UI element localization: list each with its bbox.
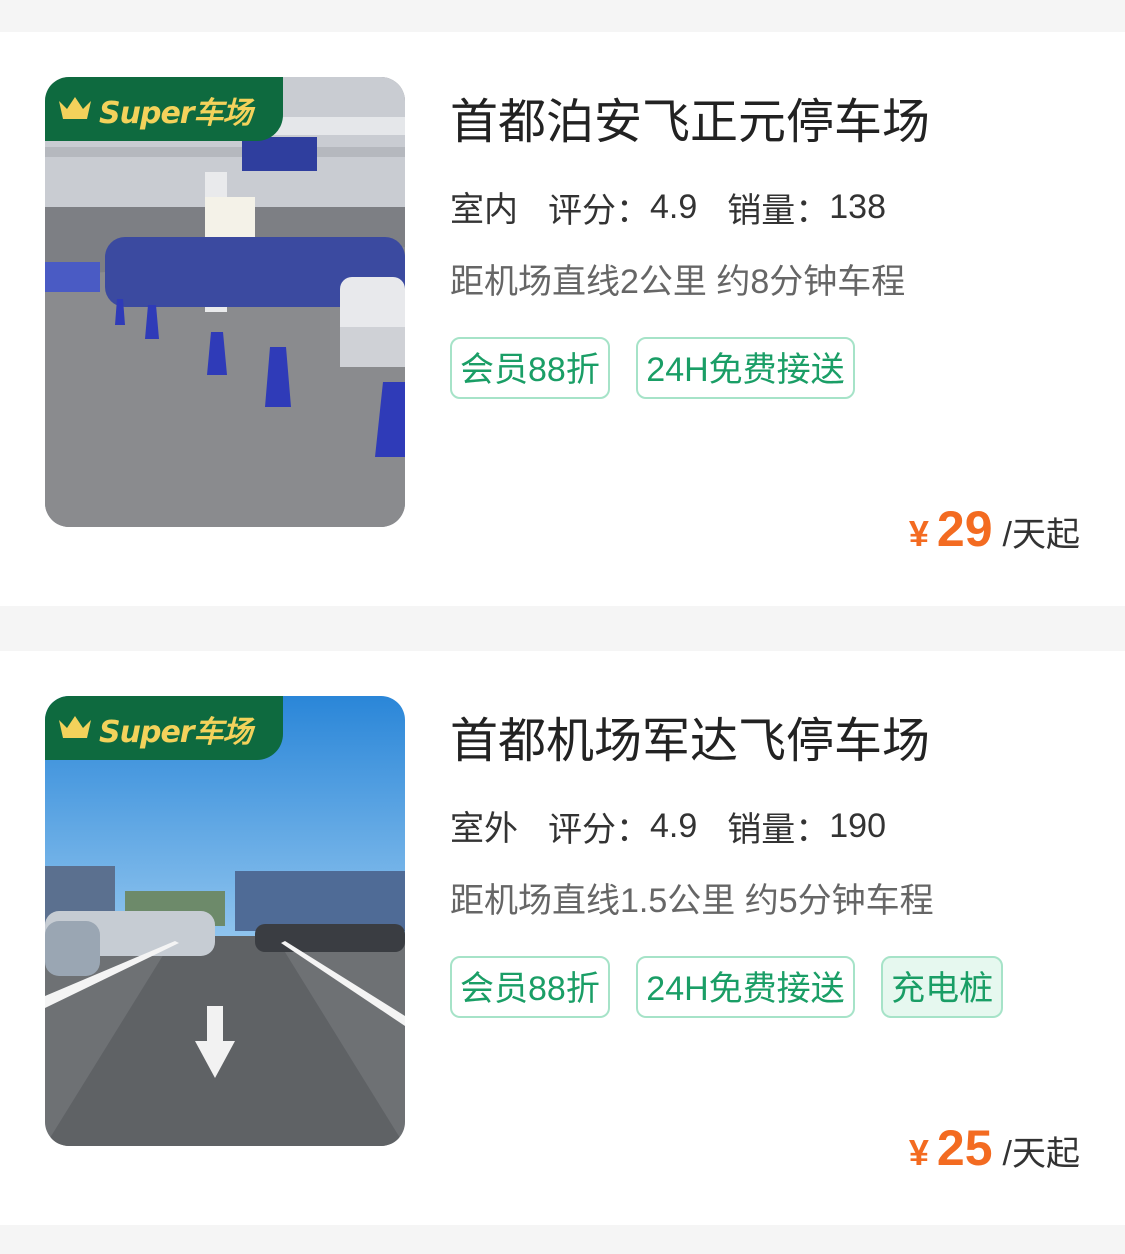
super-badge-label: Super车场: [99, 96, 253, 131]
price: ¥ 29 /天起: [909, 500, 1080, 558]
price-amount: 29: [936, 501, 993, 557]
tag-free-shuttle: 24H免费接送: [636, 337, 855, 399]
parking-name[interactable]: 首都泊安飞正元停车场: [450, 82, 930, 152]
parking-meta: 室内 评分： 4.9 销量： 138: [450, 182, 886, 237]
tag-member-discount: 会员88折: [450, 956, 610, 1018]
parking-listing-card[interactable]: Super车场 首都泊安飞正元停车场 室内 评分： 4.9 销量： 138 距机…: [0, 32, 1125, 606]
price-unit: /天起: [1002, 516, 1080, 554]
sales-label: 销量：: [727, 811, 830, 849]
rating-value: 4.9: [650, 188, 698, 226]
price-amount: 25: [936, 1120, 993, 1176]
super-parking-badge: Super车场: [45, 696, 283, 760]
rating-label: 评分：: [548, 811, 650, 849]
environment-label: 室外: [450, 801, 518, 856]
super-badge-label: Super车场: [99, 715, 253, 750]
tag-free-shuttle: 24H免费接送: [636, 956, 855, 1018]
parking-listing-card[interactable]: Super车场 首都机场军达飞停车场 室外 评分： 4.9 销量： 190 距机…: [0, 651, 1125, 1225]
super-parking-badge: Super车场: [45, 77, 283, 141]
crown-icon: [59, 97, 91, 119]
price-currency: ¥: [908, 1132, 929, 1173]
parking-photo: Super车场: [45, 696, 405, 1146]
feature-tags: 会员88折 24H免费接送: [450, 337, 1050, 425]
crown-icon: [59, 716, 91, 738]
sales-value: 190: [829, 807, 886, 845]
parking-name[interactable]: 首都机场军达飞停车场: [450, 701, 930, 771]
distance-info: 距机场直线2公里 约8分钟车程: [450, 263, 906, 301]
price-unit: /天起: [1002, 1135, 1080, 1173]
rating-label: 评分：: [548, 192, 650, 230]
environment-label: 室内: [450, 182, 518, 237]
rating-value: 4.9: [650, 807, 698, 845]
sales-value: 138: [829, 188, 886, 226]
parking-photo: Super车场: [45, 77, 405, 527]
feature-tags: 会员88折 24H免费接送 充电桩: [450, 956, 1050, 1044]
parking-meta: 室外 评分： 4.9 销量： 190: [450, 801, 886, 856]
tag-charging-station: 充电桩: [881, 956, 1004, 1018]
sales-label: 销量：: [727, 192, 830, 230]
price: ¥ 25 /天起: [909, 1119, 1080, 1177]
tag-member-discount: 会员88折: [450, 337, 610, 399]
price-currency: ¥: [908, 513, 929, 554]
distance-info: 距机场直线1.5公里 约5分钟车程: [450, 882, 934, 920]
